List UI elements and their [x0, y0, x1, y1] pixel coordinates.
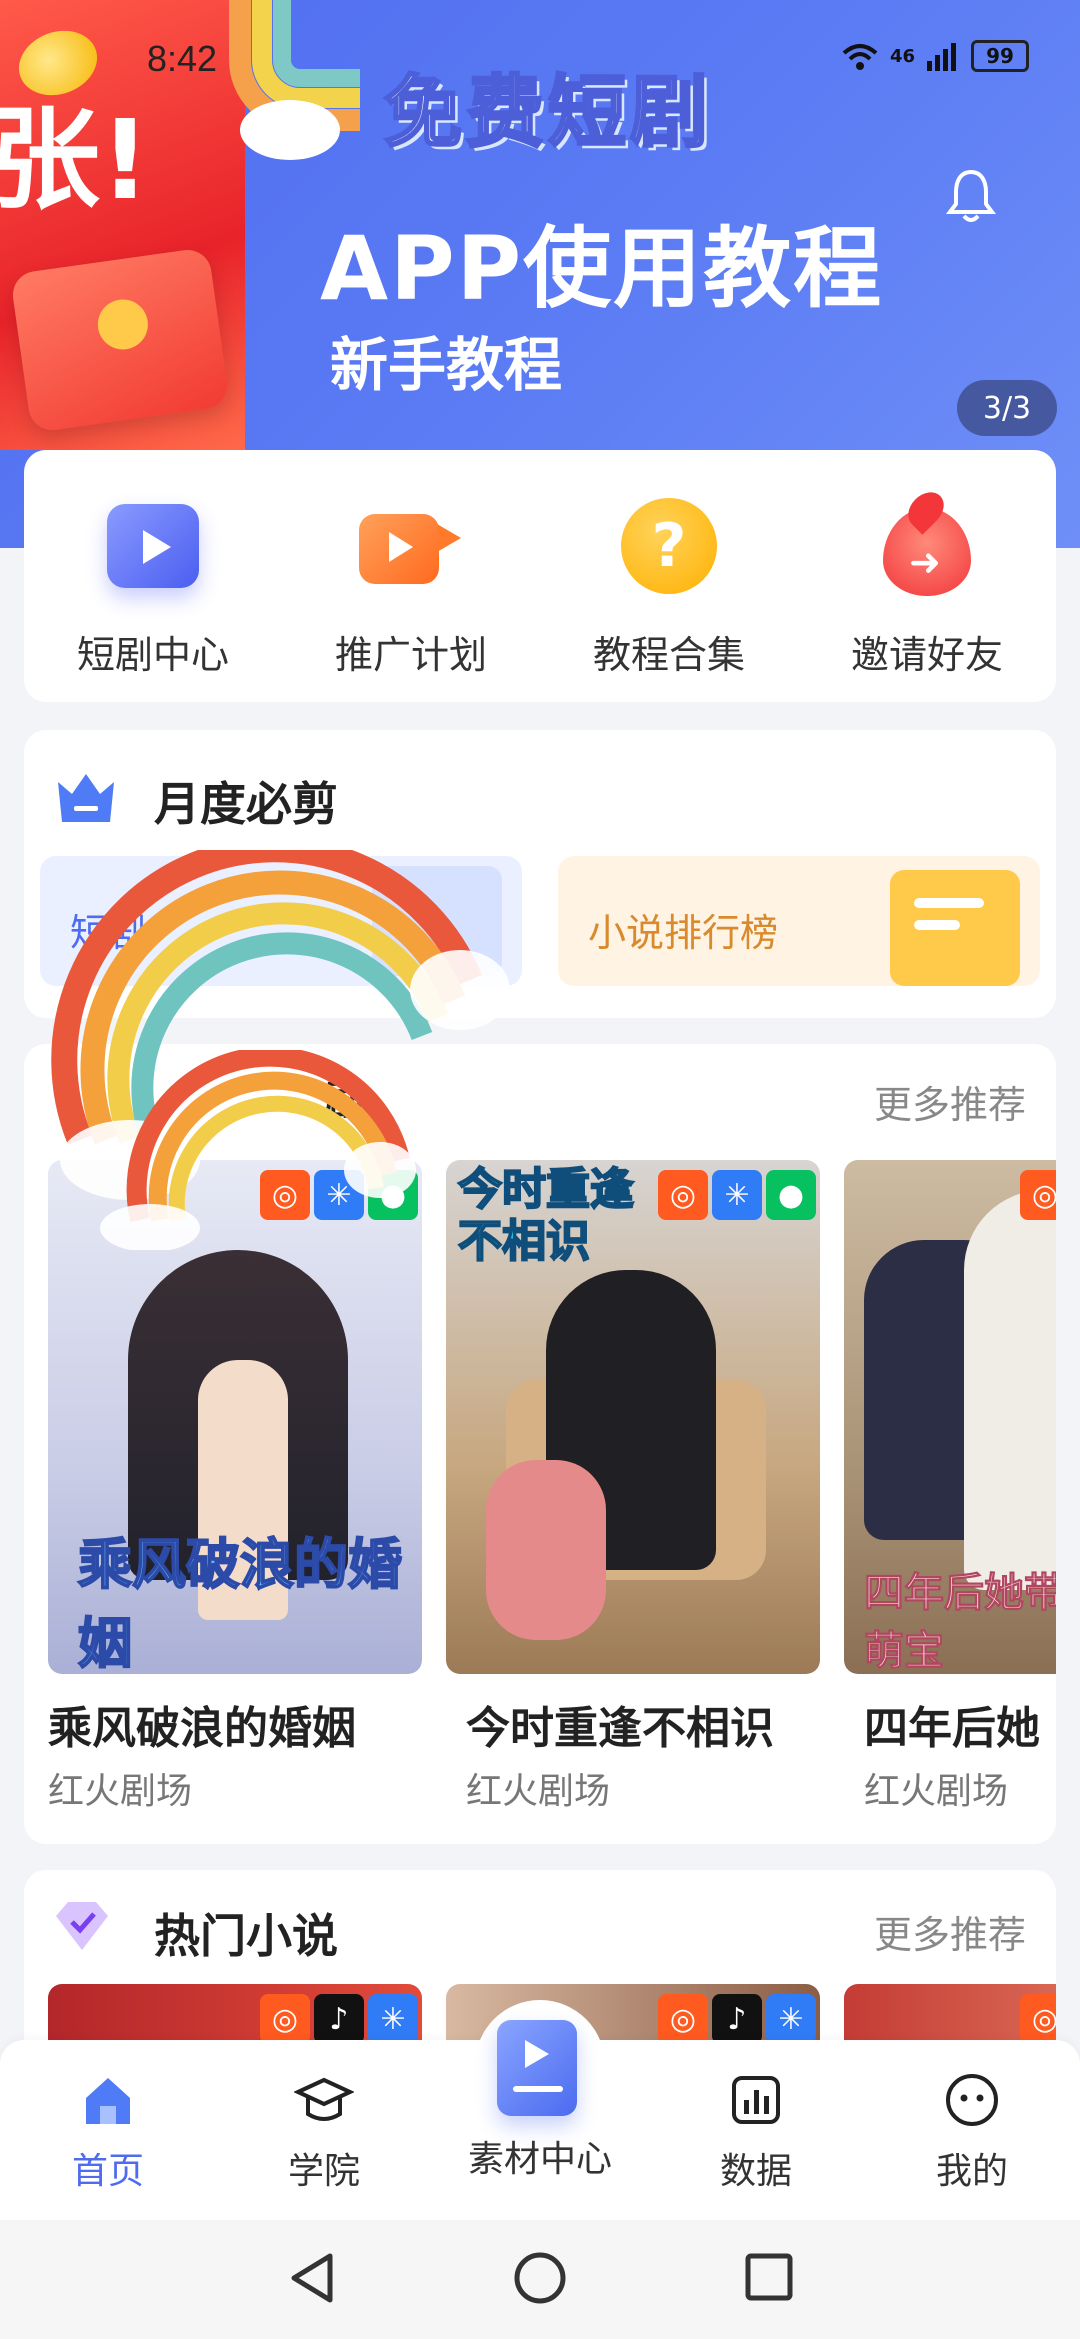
status-icons: 46 99 — [840, 40, 1030, 72]
platform-badges: ◎ — [1020, 1170, 1056, 1220]
platform-badges: ◎ — [1020, 1994, 1056, 2044]
home-circle-icon[interactable] — [512, 2250, 568, 2306]
star-icon: ✳ — [712, 1170, 762, 1220]
drama-poster[interactable]: 四年后她带萌宝 ◎ — [844, 1160, 1056, 1674]
nav-label: 学院 — [287, 2151, 360, 2192]
bell-icon[interactable] — [946, 168, 996, 224]
recent-apps-icon[interactable] — [744, 2252, 794, 2302]
platform-badges: ◎ ♪ ✳ — [658, 1994, 816, 2044]
quick-item-promotion-plan[interactable]: 推广计划 — [282, 490, 540, 679]
system-nav-bar — [0, 2220, 1080, 2339]
bottom-nav: 首页 学院 素材中心 数据 我的 — [0, 2000, 1080, 2220]
kuaishou-icon: ◎ — [1020, 1994, 1056, 2044]
graduation-cap-icon — [293, 2077, 355, 2121]
drama-source: 红火剧场 — [864, 1771, 1009, 1812]
drama-title[interactable]: 今时重逢不相识 — [466, 1692, 774, 1756]
poster-title-art: 四年后她带萌宝 — [864, 1570, 1057, 1675]
back-icon[interactable] — [286, 2250, 336, 2306]
status-time: 8:42 — [147, 38, 218, 79]
star-icon: ✳ — [766, 1994, 816, 2044]
wifi-icon — [842, 44, 878, 70]
banner-pager: 3/3 — [957, 380, 1057, 436]
video-camera-icon — [355, 490, 467, 602]
drama-source: 红火剧场 — [466, 1771, 611, 1812]
banner-title: APP使用教程 — [320, 217, 884, 320]
platform-badges: ◎ ✳ ● — [260, 1170, 418, 1220]
red-envelope-icon — [9, 246, 231, 434]
poster-title-art: 乘风破浪的婚姻 — [77, 1531, 403, 1674]
kuaishou-icon: ◎ — [1020, 1170, 1056, 1220]
drama-title[interactable]: 四年后她 — [864, 1692, 1040, 1756]
quick-item-tutorials[interactable]: ? 教程合集 — [540, 490, 798, 679]
kuaishou-icon: ◎ — [658, 1170, 708, 1220]
material-doc-icon — [475, 2000, 605, 2130]
drama-rank-button[interactable]: 短剧 — [40, 856, 522, 986]
quick-label: 推广计划 — [334, 633, 487, 677]
rank-label: 短剧 — [70, 911, 147, 955]
nav-label: 我的 — [935, 2151, 1008, 2192]
nav-academy[interactable]: 学院 — [216, 2070, 432, 2194]
nav-label: 素材中心 — [467, 2139, 612, 2180]
drama-poster[interactable]: 乘风破浪的婚姻 ◎ ✳ ● — [48, 1160, 422, 1674]
rank-label: 小说排行榜 — [588, 911, 779, 955]
nav-data[interactable]: 数据 — [648, 2070, 864, 2194]
platform-badges: ◎ ♪ ✳ — [260, 1994, 418, 2044]
quick-label: 教程合集 — [592, 633, 745, 677]
douyin-icon: ♪ — [314, 1994, 364, 2044]
list-doc-icon — [890, 870, 1020, 986]
monthly-must-cut: 月度必剪 短剧 小说排行榜 — [24, 730, 1056, 1018]
platform-badges: ◎ ✳ ● — [658, 1170, 816, 1220]
quick-item-invite-friends[interactable]: ➜ 邀请好友 — [798, 485, 1056, 679]
bar-chart-icon — [732, 2076, 780, 2124]
battery-icon: 99 — [971, 40, 1030, 72]
quick-label: 短剧中心 — [76, 633, 229, 677]
section-title: 剧 — [324, 1078, 364, 1124]
drama-recommend-section: 剧 更多推荐 乘风破浪的婚姻 ◎ ✳ ● 乘风破浪的婚姻 红火剧场 今时重逢不相… — [24, 1044, 1056, 1844]
nav-mine[interactable]: 我的 — [864, 2070, 1080, 2194]
quick-item-drama-center[interactable]: 短剧中心 — [24, 490, 282, 679]
kuaishou-icon: ◎ — [260, 1170, 310, 1220]
network-label: 46 — [890, 45, 916, 67]
drama-source: 红火剧场 — [48, 1771, 193, 1812]
quick-menu: 短剧中心 推广计划 ? 教程合集 ➜ 邀请好友 — [24, 450, 1056, 702]
kuaishou-icon: ◎ — [260, 1994, 310, 2044]
section-title: 月度必剪 — [154, 777, 338, 831]
wechat-icon: ● — [368, 1170, 418, 1220]
signal-icon — [927, 43, 957, 71]
star-icon: ✳ — [314, 1170, 364, 1220]
nav-label: 首页 — [71, 2151, 144, 2192]
wechat-icon: ● — [766, 1170, 816, 1220]
play-card-icon — [97, 490, 209, 602]
diamond-icon — [56, 1902, 108, 1950]
question-bubble-icon: ? — [613, 490, 725, 602]
quick-label: 邀请好友 — [850, 633, 1003, 677]
poster-title-art: 今时重逢不相识 — [457, 1163, 635, 1268]
banner-badge: 免费短剧 — [382, 67, 713, 160]
section-title: 热门小说 — [154, 1909, 338, 1963]
nav-material-center[interactable]: 素材中心 — [432, 2000, 648, 2182]
drama-poster[interactable]: 今时重逢不相识 ◎ ✳ ● — [446, 1160, 820, 1674]
novel-rank-button[interactable]: 小说排行榜 — [558, 856, 1040, 986]
star-icon: ✳ — [368, 1994, 418, 2044]
nav-label: 数据 — [719, 2151, 792, 2192]
kuaishou-icon: ◎ — [658, 1994, 708, 2044]
banner-side-text: 张! — [0, 96, 151, 224]
home-icon — [86, 2078, 130, 2124]
more-recommend-link[interactable]: 更多推荐 — [874, 1074, 1026, 1129]
user-face-icon — [946, 2074, 998, 2126]
douyin-icon: ♪ — [712, 1994, 762, 2044]
banner-subtitle: 新手教程 — [330, 331, 563, 399]
more-recommend-link[interactable]: 更多推荐 — [874, 1904, 1026, 1959]
nav-home[interactable]: 首页 — [0, 2070, 216, 2194]
crown-icon — [58, 774, 114, 822]
share-flame-icon: ➜ — [871, 485, 983, 602]
drama-title[interactable]: 乘风破浪的婚姻 — [48, 1692, 356, 1756]
